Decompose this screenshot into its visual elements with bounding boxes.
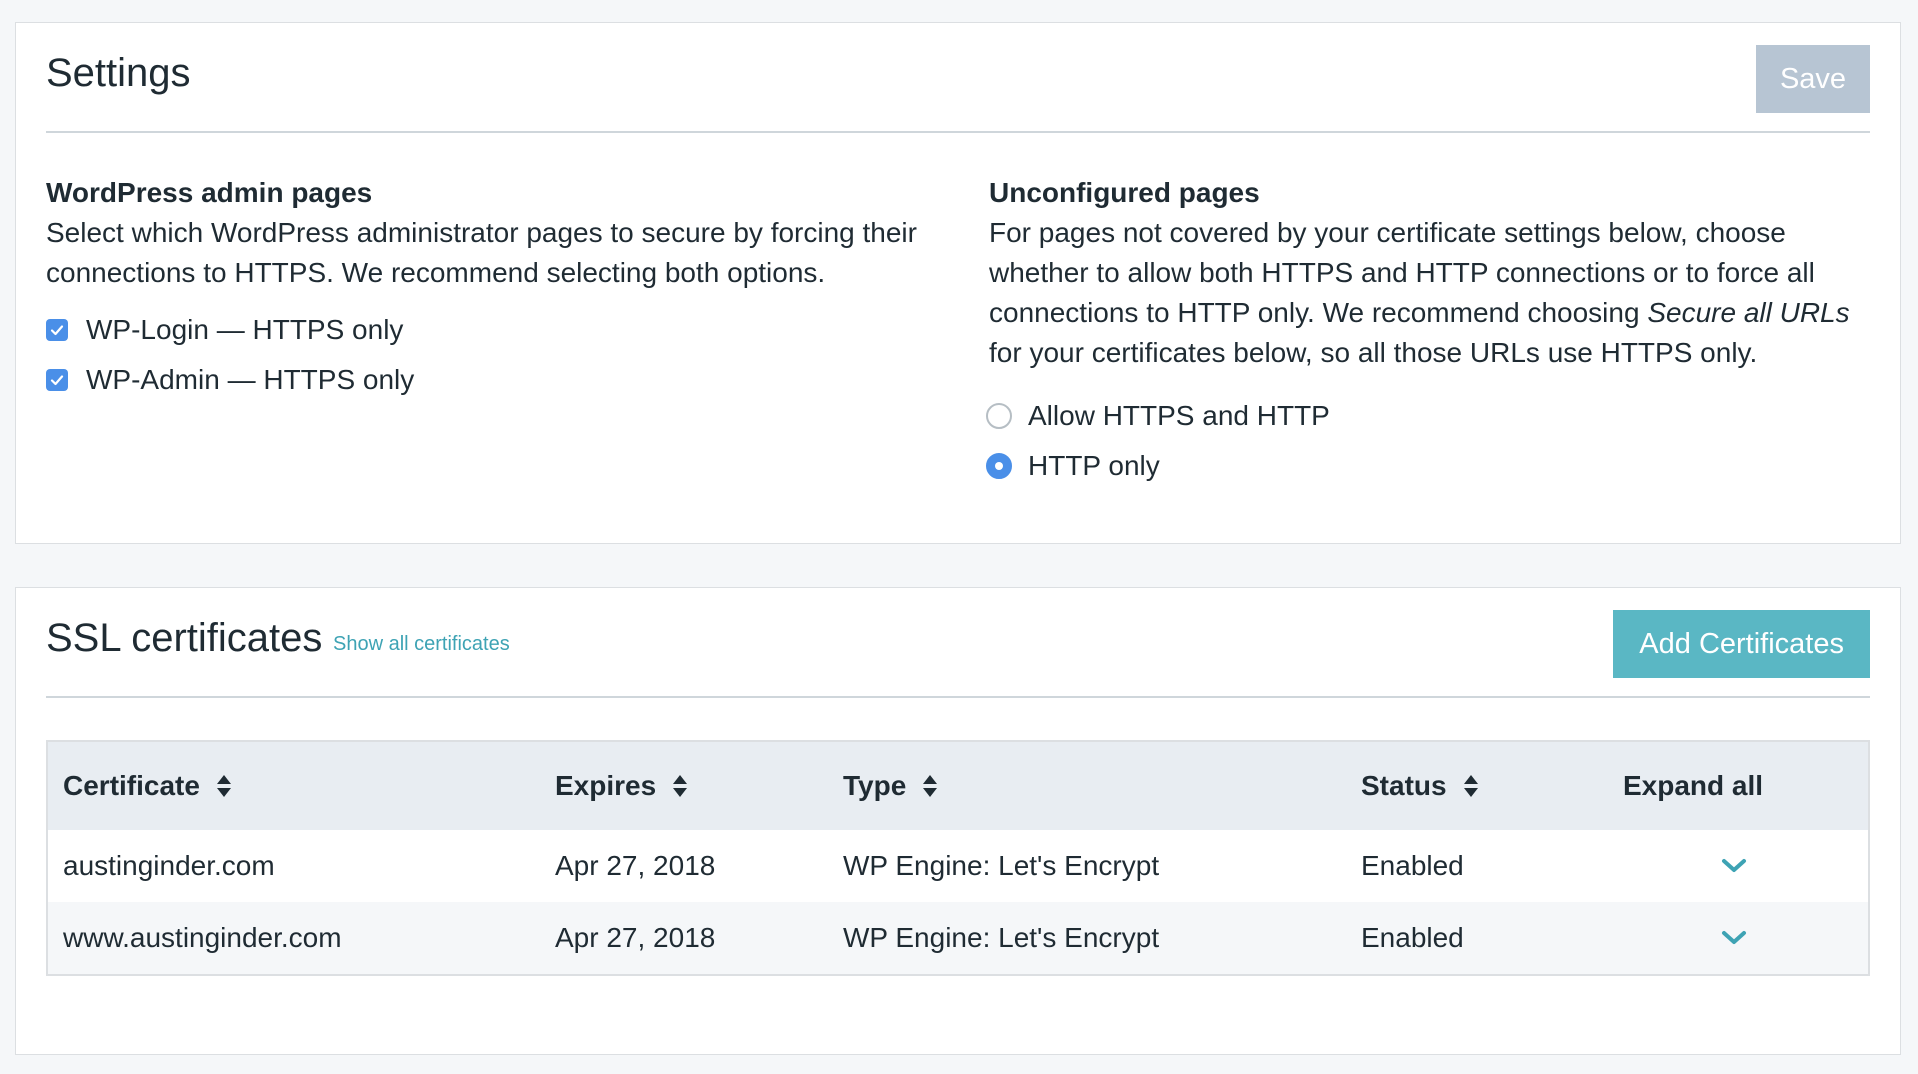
- sort-arrows-icon[interactable]: [922, 773, 938, 799]
- column-certificate-label: Certificate: [63, 770, 200, 801]
- cell-status: Enabled: [1361, 922, 1464, 953]
- wp-login-label: WP-Login — HTTPS only: [86, 314, 404, 345]
- column-type[interactable]: Type: [843, 742, 938, 830]
- settings-divider: [46, 131, 1870, 133]
- wp-login-option[interactable]: WP-Login — HTTPS only: [46, 305, 946, 355]
- unconfigured-desc-emphasis: Secure all URLs: [1647, 297, 1850, 328]
- column-expires-label: Expires: [555, 770, 657, 801]
- wp-admin-options: WP-Login — HTTPS only WP-Admin — HTTPS o…: [46, 305, 946, 405]
- expand-row-button[interactable]: [1721, 902, 1747, 974]
- wp-admin-section: WordPress admin pages Select which WordP…: [46, 173, 946, 405]
- unconfigured-heading: Unconfigured pages: [989, 177, 1260, 208]
- wp-admin-label: WP-Admin — HTTPS only: [86, 364, 415, 395]
- column-expires[interactable]: Expires: [555, 742, 688, 830]
- cell-expires: Apr 27, 2018: [555, 922, 716, 953]
- chevron-down-icon[interactable]: [1721, 858, 1747, 874]
- unconfigured-desc-after: for your certificates below, so all thos…: [989, 337, 1758, 368]
- cell-certificate: www.austinginder.com: [63, 922, 342, 953]
- ssl-card: SSL certificates Show all certificates A…: [15, 587, 1901, 1055]
- unconfigured-options: Allow HTTPS and HTTP HTTP only: [986, 391, 1889, 491]
- cell-expires: Apr 27, 2018: [555, 850, 716, 881]
- expand-all-button[interactable]: Expand all: [1623, 742, 1763, 830]
- table-row[interactable]: austinginder.com Apr 27, 2018 WP Engine:…: [48, 830, 1868, 902]
- http-only-label: HTTP only: [1028, 450, 1160, 481]
- expand-row-button[interactable]: [1721, 830, 1747, 902]
- expand-all-label: Expand all: [1623, 770, 1764, 801]
- sort-arrows-icon[interactable]: [216, 773, 232, 799]
- http-only-radio[interactable]: [986, 453, 1012, 479]
- sort-arrows-icon[interactable]: [1463, 773, 1479, 799]
- wp-admin-heading: WordPress admin pages: [46, 177, 373, 208]
- certificates-table: Certificate Expires Type Status Expand a…: [46, 740, 1870, 976]
- wp-admin-description: Select which WordPress administrator pag…: [46, 217, 917, 288]
- column-type-label: Type: [843, 770, 907, 801]
- cell-status: Enabled: [1361, 850, 1464, 881]
- radio-dot: [995, 462, 1003, 470]
- unconfigured-section: Unconfigured pages For pages not covered…: [986, 173, 1889, 491]
- checkmark-icon: [50, 325, 64, 336]
- allow-https-http-option[interactable]: Allow HTTPS and HTTP: [986, 391, 1889, 441]
- allow-https-http-label: Allow HTTPS and HTTP: [1028, 400, 1330, 431]
- sort-arrows-icon[interactable]: [672, 773, 688, 799]
- cell-certificate: austinginder.com: [63, 850, 275, 881]
- wp-admin-option[interactable]: WP-Admin — HTTPS only: [46, 355, 946, 405]
- http-only-option[interactable]: HTTP only: [986, 441, 1889, 491]
- wp-login-checkbox[interactable]: [46, 319, 68, 341]
- table-row[interactable]: www.austinginder.com Apr 27, 2018 WP Eng…: [48, 902, 1868, 974]
- unconfigured-description: For pages not covered by your certificat…: [989, 213, 1889, 373]
- column-status[interactable]: Status: [1361, 742, 1479, 830]
- cell-type: WP Engine: Let's Encrypt: [843, 922, 1160, 953]
- add-certificates-button[interactable]: Add Certificates: [1613, 610, 1870, 678]
- allow-https-http-radio[interactable]: [986, 403, 1012, 429]
- table-header: Certificate Expires Type Status Expand a…: [48, 742, 1868, 830]
- chevron-down-icon[interactable]: [1721, 930, 1747, 946]
- ssl-divider: [46, 696, 1870, 698]
- checkmark-icon: [50, 375, 64, 386]
- save-button[interactable]: Save: [1756, 45, 1870, 113]
- show-all-certificates-link[interactable]: Show all certificates: [333, 633, 510, 656]
- wp-admin-checkbox[interactable]: [46, 369, 68, 391]
- settings-title: Settings: [46, 51, 191, 95]
- settings-card: Settings Save WordPress admin pages Sele…: [15, 22, 1901, 544]
- cell-type: WP Engine: Let's Encrypt: [843, 850, 1160, 881]
- column-status-label: Status: [1361, 770, 1447, 801]
- ssl-title: SSL certificates: [46, 616, 323, 660]
- column-certificate[interactable]: Certificate: [63, 742, 232, 830]
